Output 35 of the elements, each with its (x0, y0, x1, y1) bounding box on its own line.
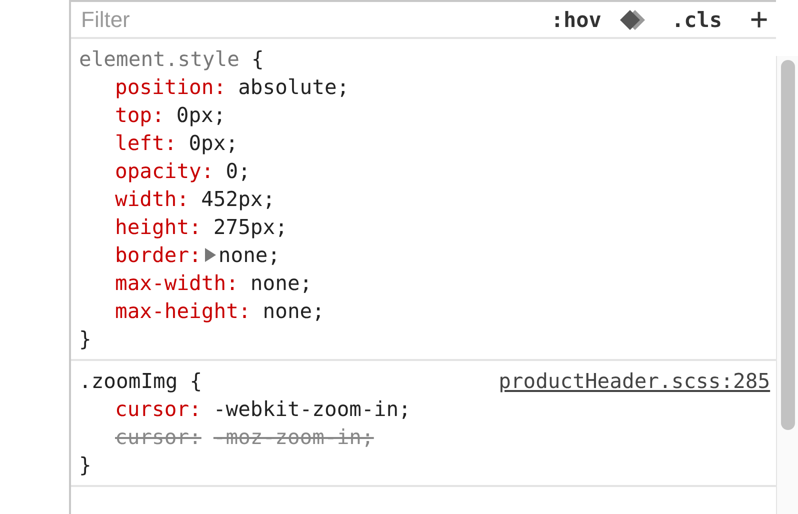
css-selector: element.style (79, 46, 240, 73)
open-brace: { (251, 46, 264, 73)
property-value: 452px; (201, 186, 276, 213)
toolbar-button[interactable]: .cls (659, 8, 734, 32)
toolbar-button[interactable]: + (734, 2, 772, 37)
property-name: border: (115, 242, 202, 269)
property-name: opacity: (115, 158, 214, 185)
open-brace: { (190, 368, 202, 395)
property-value: none; (262, 298, 324, 325)
property-name: width: (115, 186, 190, 213)
property-value: -moz-zoom-in; (212, 424, 374, 451)
property-name: max-height: (115, 298, 251, 325)
property-value: 0px; (188, 130, 238, 157)
close-brace: } (79, 452, 92, 479)
property-name: left: (115, 130, 177, 157)
filter-field[interactable]: Filter (81, 6, 539, 32)
property-name: position: (115, 74, 226, 101)
property-value: -webkit-zoom-in; (213, 396, 411, 423)
css-selector: .zoomImg (79, 368, 178, 395)
property-name: top: (115, 102, 164, 129)
property-name: cursor: (115, 424, 202, 451)
source-link[interactable]: productHeader.scss:285 (498, 367, 770, 395)
property-value: 0; (226, 158, 250, 185)
property-value: 275px; (213, 214, 288, 241)
scrollbar-thumb[interactable] (781, 60, 795, 430)
close-brace: } (79, 326, 92, 353)
property-name: cursor: (115, 396, 202, 423)
expand-triangle-icon[interactable] (203, 247, 218, 263)
property-value: 0px; (176, 102, 226, 129)
property-value: none; (218, 242, 280, 269)
property-name: height: (115, 214, 202, 241)
property-value: absolute; (238, 74, 350, 101)
property-value: none; (250, 270, 312, 297)
property-name: max-width: (115, 270, 238, 297)
toolbar-button[interactable]: :hov (538, 8, 614, 32)
